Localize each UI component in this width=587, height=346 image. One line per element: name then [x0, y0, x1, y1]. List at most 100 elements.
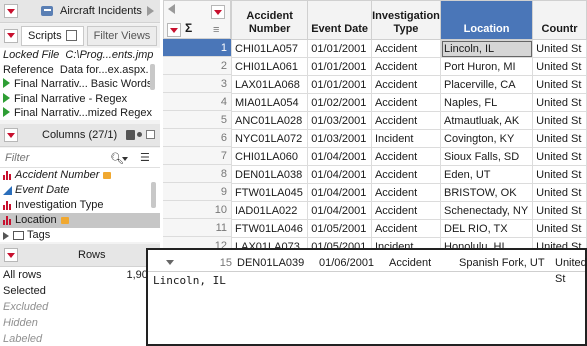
table-cell[interactable]: United St [532, 129, 587, 148]
table-cell[interactable]: IAD01LA022 [230, 201, 309, 220]
cell-preview-popup[interactable]: 15 DEN01LA039 01/06/2001 Accident Spanis… [146, 248, 587, 346]
table-cell[interactable]: Sioux Falls, SD [440, 147, 534, 166]
table-cell[interactable]: Covington, KY [440, 129, 534, 148]
table-cell[interactable]: United St [532, 75, 587, 94]
column-item-location[interactable]: Location [0, 213, 160, 228]
row-number[interactable]: 9 [163, 183, 231, 201]
filter-options-icon[interactable]: ☰ [140, 151, 150, 164]
table-cell[interactable]: LAX01LA068 [230, 75, 309, 94]
table-cell[interactable]: Accident [370, 111, 442, 130]
table-row[interactable]: CHI01LA061 01/01/2001 Accident Port Huron, … [230, 57, 587, 76]
tab-filter-views[interactable]: Filter Views [86, 25, 158, 46]
table-cell[interactable]: 01/01/2001 [307, 75, 372, 94]
table-cell[interactable]: United St [532, 93, 587, 112]
table-cell[interactable]: Accident [370, 75, 442, 94]
table-row[interactable]: MIA01LA054 01/02/2001 Accident Naples, FL Un… [230, 93, 587, 112]
table-cell[interactable]: Accident [370, 201, 442, 220]
row-number[interactable]: 10 [163, 201, 231, 219]
table-cell[interactable]: 01/04/2001 [307, 201, 372, 220]
row-number[interactable]: 5 [163, 111, 231, 129]
table-row[interactable]: LAX01LA068 01/01/2001 Accident Placerville,… [230, 75, 587, 94]
column-header-accident-number[interactable]: Accident Number [230, 0, 309, 40]
table-cell[interactable]: Accident [370, 57, 442, 76]
column-header-country[interactable]: Countr [532, 0, 587, 40]
column-filter-input[interactable] [5, 151, 95, 164]
table-cell[interactable]: United St [532, 147, 587, 166]
scripts-collapse-icon[interactable] [4, 28, 18, 43]
table-cell[interactable]: CHI01LA060 [230, 147, 309, 166]
reference-row[interactable]: Reference Data for...ex.aspx. [3, 63, 160, 78]
column-header-investigation-type[interactable]: Investigation Type [370, 0, 442, 40]
table-cell[interactable]: CHI01LA061 [230, 57, 309, 76]
table-cell[interactable]: DEL RIO, TX [440, 219, 534, 238]
table-panel-header[interactable]: Aircraft Incidents [0, 0, 160, 23]
table-cell[interactable]: Eden, UT [440, 165, 534, 184]
table-cell[interactable]: ANC01LA028 [230, 111, 309, 130]
table-cell[interactable]: Schenectady, NY [440, 201, 534, 220]
locked-file-row[interactable]: Locked File C:\Prog...ents.jmp [3, 48, 160, 63]
table-cell[interactable]: CHI01LA057 [230, 39, 309, 58]
table-cell[interactable]: 01/01/2001 [307, 57, 372, 76]
row-number[interactable]: 4 [163, 93, 231, 111]
table-cell[interactable]: BRISTOW, OK [440, 183, 534, 202]
table-cell[interactable]: United St [532, 201, 587, 220]
table-row[interactable]: CHI01LA057 01/01/2001 Accident Lincoln, IL U… [230, 39, 587, 58]
table-cell[interactable]: 01/01/2001 [307, 39, 372, 58]
table-cell[interactable]: 01/03/2001 [307, 111, 372, 130]
scripts-checkbox[interactable] [65, 30, 77, 41]
table-cell[interactable]: United St [532, 165, 587, 184]
table-cell[interactable]: 01/02/2001 [307, 93, 372, 112]
table-row[interactable]: DEN01LA038 01/04/2001 Accident Eden, UT Unit… [230, 165, 587, 184]
expand-icon[interactable] [3, 231, 9, 240]
row-number[interactable]: 2 [163, 57, 231, 75]
columns-menu-icon[interactable] [146, 130, 155, 139]
column-info-icon[interactable] [126, 130, 135, 140]
table-cell[interactable]: 01/03/2001 [307, 129, 372, 148]
row-number[interactable]: 11 [163, 219, 231, 237]
table-cell[interactable]: MIA01LA054 [230, 93, 309, 112]
table-row[interactable]: NYC01LA072 01/03/2001 Incident Covington, K… [230, 129, 587, 148]
row-number[interactable]: 6 [163, 129, 231, 147]
rows-selected[interactable]: Selected1 [0, 283, 160, 299]
table-cell[interactable]: Accident [370, 219, 442, 238]
column-item-event-date[interactable]: Event Date [0, 183, 160, 198]
table-cell[interactable]: Incident [370, 129, 442, 148]
search-options-icon[interactable] [122, 157, 128, 161]
column-header-location[interactable]: Location [440, 0, 534, 40]
table-row[interactable]: IAD01LA022 01/04/2001 Accident Schenectady,… [230, 201, 587, 220]
row-number[interactable]: 3 [163, 75, 231, 93]
table-row[interactable]: FTW01LA046 01/05/2001 Accident DEL RIO, TX U… [230, 219, 587, 238]
row-number[interactable]: 1 [163, 39, 231, 57]
script-item[interactable]: Final Narrativ... Basic Words [3, 77, 160, 92]
row-number[interactable]: 7 [163, 147, 231, 165]
collapse-icon[interactable] [4, 4, 18, 18]
rows-collapse-icon[interactable] [4, 248, 18, 262]
table-row[interactable]: FTW01LA045 01/04/2001 Accident BRISTOW, OK U… [230, 183, 587, 202]
table-row[interactable]: CHI01LA060 01/04/2001 Accident Sioux Falls,… [230, 147, 587, 166]
table-cell[interactable]: 01/04/2001 [307, 183, 372, 202]
table-cell[interactable]: United St [532, 219, 587, 238]
column-item-accident-number[interactable]: Accident Number [0, 168, 160, 183]
table-cell[interactable]: Accident [370, 147, 442, 166]
script-item[interactable]: Final Narrative - Regex [3, 92, 160, 107]
rows-excluded[interactable]: Excluded0 [0, 299, 160, 315]
table-cell[interactable]: Atmautluak, AK [440, 111, 534, 130]
table-cell[interactable]: Accident [370, 165, 442, 184]
table-cell[interactable]: 01/04/2001 [307, 147, 372, 166]
column-item-tags[interactable]: Tags [0, 228, 160, 243]
table-cell[interactable]: Placerville, CA [440, 75, 534, 94]
table-row[interactable]: ANC01LA028 01/03/2001 Accident Atmautluak, … [230, 111, 587, 130]
column-header-event-date[interactable]: Event Date [307, 0, 372, 40]
table-cell[interactable]: Accident [370, 183, 442, 202]
table-cell[interactable]: FTW01LA046 [230, 219, 309, 238]
script-item[interactable]: Final Narrativ...mized Regex [3, 106, 160, 121]
rows-labeled[interactable]: Labeled0 [0, 331, 160, 346]
table-cell[interactable]: 01/04/2001 [307, 165, 372, 184]
table-cell[interactable]: United St [532, 111, 587, 130]
row-number[interactable]: 8 [163, 165, 231, 183]
table-cell[interactable]: United St [532, 57, 587, 76]
table-cell[interactable]: 01/05/2001 [307, 219, 372, 238]
table-cell[interactable]: Port Huron, MI [440, 57, 534, 76]
columns-collapse-icon[interactable] [4, 128, 18, 142]
table-cell[interactable]: Naples, FL [440, 93, 534, 112]
